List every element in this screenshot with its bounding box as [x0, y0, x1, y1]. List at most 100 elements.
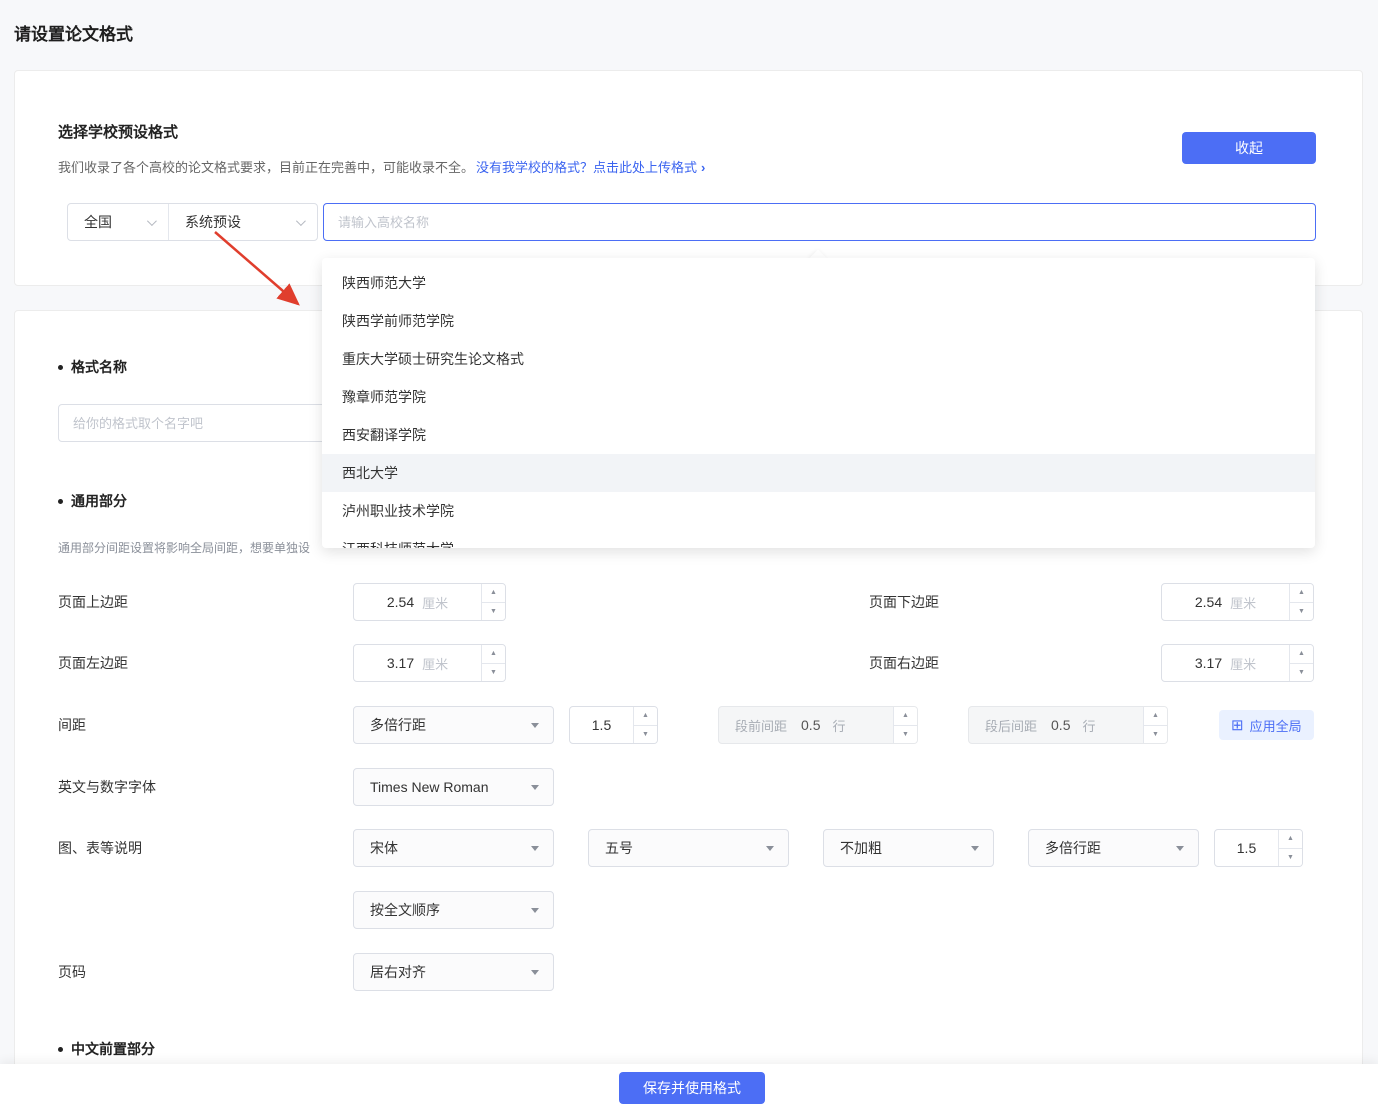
format-name-label: 格式名称 [71, 357, 127, 377]
line-spacing-mode-select[interactable]: 多倍行距 [353, 706, 554, 744]
bullet-dot [58, 499, 63, 504]
apply-global-icon: ⊞ [1231, 718, 1244, 733]
number-value-wrap: 3.17 厘米 [1162, 645, 1289, 681]
caret-down-icon [531, 908, 539, 913]
stepper: ▲ ▼ [481, 584, 505, 620]
right-margin-value[interactable]: 3.17 [1195, 655, 1222, 671]
preset-description-text: 我们收录了各个高校的论文格式要求，目前正在完善中，可能收录不全。 [58, 160, 474, 175]
caption-line-value[interactable]: 1.5 [1237, 840, 1256, 856]
upload-link-text: 没有我学校的格式？点击此处上传格式 [476, 160, 697, 175]
caption-size-value: 五号 [605, 838, 633, 858]
school-option[interactable]: 陕西师范大学 [322, 264, 1315, 302]
school-option-highlighted[interactable]: 西北大学 [322, 454, 1315, 492]
line-spacing-value[interactable]: 1.5 [592, 717, 611, 733]
page-title: 请设置论文格式 [14, 20, 133, 45]
save-button[interactable]: 保存并使用格式 [619, 1072, 765, 1104]
unit-cm-label: 厘米 [422, 593, 448, 612]
stepper-up-icon[interactable]: ▲ [482, 645, 505, 664]
preset-heading: 选择学校预设格式 [58, 121, 178, 142]
caption-line-spacing-select[interactable]: 多倍行距 [1028, 829, 1199, 867]
bottom-margin-value[interactable]: 2.54 [1195, 594, 1222, 610]
number-value-wrap: 2.54 厘米 [354, 584, 481, 620]
stepper-down-icon[interactable]: ▼ [634, 726, 657, 744]
line-unit-label: 行 [1082, 716, 1095, 735]
school-option[interactable]: 重庆大学硕士研究生论文格式 [322, 340, 1315, 378]
stepper-up-icon[interactable]: ▲ [1290, 645, 1313, 664]
after-spacing-value[interactable]: 0.5 [1051, 717, 1070, 733]
stepper-up-icon[interactable]: ▲ [1279, 830, 1302, 849]
source-select[interactable]: 系统预设 [169, 204, 317, 240]
caption-line-spacing-value: 多倍行距 [1045, 838, 1101, 858]
school-preset-card: 选择学校预设格式 我们收录了各个高校的论文格式要求，目前正在完善中，可能收录不全… [14, 70, 1363, 286]
page-number-align-select[interactable]: 居右对齐 [353, 953, 554, 991]
top-margin-input[interactable]: 2.54 厘米 ▲ ▼ [353, 583, 506, 621]
stepper-down-icon[interactable]: ▼ [1279, 849, 1302, 867]
stepper-up-icon[interactable]: ▲ [482, 584, 505, 603]
number-value-wrap: 3.17 厘米 [354, 645, 481, 681]
stepper: ▲ ▼ [1289, 645, 1313, 681]
school-option[interactable]: 陕西学前师范学院 [322, 302, 1315, 340]
unit-cm-label: 厘米 [422, 654, 448, 673]
upload-format-link[interactable]: 没有我学校的格式？点击此处上传格式› [476, 160, 705, 175]
stepper-down-icon[interactable]: ▼ [1290, 603, 1313, 621]
stepper: ▲ ▼ [1143, 707, 1167, 743]
english-font-value: Times New Roman [370, 779, 489, 795]
bottom-margin-input[interactable]: 2.54 厘米 ▲ ▼ [1161, 583, 1314, 621]
school-option[interactable]: 泸州职业技术学院 [322, 492, 1315, 530]
source-select-value: 系统预设 [185, 212, 241, 232]
caret-down-icon [1176, 846, 1184, 851]
stepper: ▲ ▼ [1278, 830, 1302, 866]
page: 请设置论文格式 选择学校预设格式 我们收录了各个高校的论文格式要求，目前正在完善… [0, 0, 1378, 1104]
school-option[interactable]: 豫章师范学院 [322, 378, 1315, 416]
school-search-input[interactable] [323, 203, 1316, 241]
english-font-select[interactable]: Times New Roman [353, 768, 554, 806]
number-value-wrap: 1.5 [570, 707, 633, 743]
stepper-down-icon[interactable]: ▼ [482, 603, 505, 621]
bullet-dot [58, 365, 63, 370]
apply-global-button[interactable]: ⊞ 应用全局 [1219, 710, 1314, 740]
stepper: ▲ ▼ [893, 707, 917, 743]
school-option[interactable]: 江西科技师范大学 [322, 530, 1315, 548]
left-margin-value[interactable]: 3.17 [387, 655, 414, 671]
region-select-value: 全国 [84, 212, 112, 232]
caption-order-value: 按全文顺序 [370, 900, 440, 920]
right-margin-field-label: 页面右边距 [869, 644, 939, 682]
stepper-down-icon[interactable]: ▼ [482, 664, 505, 682]
left-margin-input[interactable]: 3.17 厘米 ▲ ▼ [353, 644, 506, 682]
english-font-field-label: 英文与数字字体 [58, 768, 156, 806]
stepper-up-icon[interactable]: ▲ [1144, 707, 1167, 726]
before-spacing-value[interactable]: 0.5 [801, 717, 820, 733]
stepper-up-icon[interactable]: ▲ [1290, 584, 1313, 603]
stepper-up-icon[interactable]: ▲ [894, 707, 917, 726]
stepper-down-icon[interactable]: ▼ [1144, 726, 1167, 744]
top-margin-field-label: 页面上边距 [58, 583, 128, 621]
top-margin-value[interactable]: 2.54 [387, 594, 414, 610]
region-select[interactable]: 全国 [68, 204, 168, 240]
caption-size-select[interactable]: 五号 [588, 829, 789, 867]
page-number-align-value: 居右对齐 [370, 962, 426, 982]
caption-line-value-input[interactable]: 1.5 ▲ ▼ [1214, 829, 1303, 867]
unit-cm-label: 厘米 [1230, 654, 1256, 673]
line-spacing-mode-value: 多倍行距 [370, 715, 426, 735]
line-spacing-value-input[interactable]: 1.5 ▲ ▼ [569, 706, 658, 744]
chevron-down-icon [296, 216, 306, 226]
general-section-label: 通用部分 [71, 491, 127, 511]
school-option[interactable]: 西安翻译学院 [322, 416, 1315, 454]
right-margin-input[interactable]: 3.17 厘米 ▲ ▼ [1161, 644, 1314, 682]
collapse-button[interactable]: 收起 [1182, 132, 1316, 164]
caret-down-icon [971, 846, 979, 851]
apply-global-label: 应用全局 [1250, 716, 1302, 735]
stepper-up-icon[interactable]: ▲ [634, 707, 657, 726]
caption-weight-select[interactable]: 不加粗 [823, 829, 994, 867]
line-unit-label: 行 [832, 716, 845, 735]
school-dropdown: 陕西师范大学 陕西学前师范学院 重庆大学硕士研究生论文格式 豫章师范学院 西安翻… [322, 258, 1315, 548]
spacing-field-label: 间距 [58, 706, 86, 744]
caret-down-icon [531, 785, 539, 790]
stepper-down-icon[interactable]: ▼ [894, 726, 917, 744]
caption-order-select[interactable]: 按全文顺序 [353, 891, 554, 929]
general-section-heading: 通用部分 [58, 491, 127, 511]
caption-font-select[interactable]: 宋体 [353, 829, 554, 867]
bottom-margin-field-label: 页面下边距 [869, 583, 939, 621]
page-number-field-label: 页码 [58, 953, 86, 991]
stepper-down-icon[interactable]: ▼ [1290, 664, 1313, 682]
